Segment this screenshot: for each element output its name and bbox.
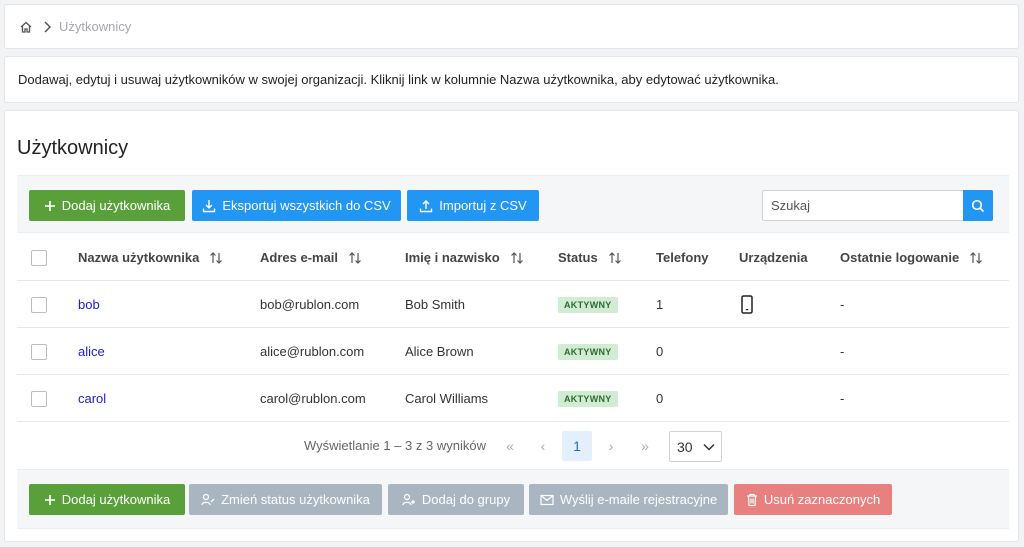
page-description: Dodawaj, edytuj i usuwaj użytkowników w … [4, 56, 1019, 103]
col-phones-label: Telefony [656, 250, 709, 265]
col-devices: Urządzenia [739, 234, 808, 281]
page-title: Użytkownicy [17, 137, 129, 159]
phones-cell: 1 [656, 297, 664, 312]
sort-icon[interactable] [969, 251, 983, 265]
send-emails-label: Wyślij e-maile rejestracyjne [559, 492, 718, 507]
col-last-login[interactable]: Ostatnie logowanie [840, 234, 983, 281]
last-login-cell: - [840, 297, 845, 312]
sort-icon[interactable] [608, 251, 622, 265]
sort-icon[interactable] [209, 251, 223, 265]
name-cell: Carol Williams [405, 391, 489, 406]
col-name[interactable]: Imię i nazwisko [405, 234, 524, 281]
phones-cell: 0 [656, 344, 664, 359]
download-icon [203, 199, 216, 212]
export-csv-button[interactable]: Eksportuj wszystkich do CSV [192, 190, 401, 221]
change-status-label: Zmień status użytkownika [221, 492, 370, 507]
import-csv-label: Importuj z CSV [439, 198, 527, 213]
delete-selected-label: Usuń zaznaczonych [763, 492, 881, 507]
last-login-cell: - [840, 344, 845, 359]
row-checkbox[interactable] [31, 343, 47, 360]
users-panel: Użytkownicy Dodaj użytkownika Eksportuj … [4, 110, 1019, 542]
user-edit-icon [201, 493, 215, 505]
change-status-button[interactable]: Zmień status użytkownika [189, 484, 382, 515]
last-login-cell: - [840, 391, 845, 406]
col-devices-label: Urządzenia [739, 250, 808, 265]
status-badge: AKTYWNY [558, 390, 618, 407]
per-page-select[interactable]: 30 [669, 431, 722, 462]
send-registration-emails-button[interactable]: Wyślij e-maile rejestracyjne [529, 484, 728, 515]
pagination-info: Wyświetlanie 1 – 3 z 3 wyników [304, 438, 486, 453]
user-plus-icon [402, 493, 415, 505]
chevron-down-icon [703, 443, 715, 451]
col-username-label: Nazwa użytkownika [78, 250, 200, 265]
search-button[interactable] [963, 190, 993, 221]
add-to-group-label: Dodaj do grupy [421, 492, 511, 507]
row-checkbox[interactable] [31, 390, 47, 407]
col-status[interactable]: Status [558, 234, 622, 281]
table-row: alice alice@rublon.com Alice Brown AKTYW… [17, 328, 1009, 375]
home-icon[interactable] [19, 20, 33, 34]
status-badge: AKTYWNY [558, 296, 618, 313]
trash-icon [746, 493, 757, 506]
name-cell: Alice Brown [405, 344, 474, 359]
pagination: Wyświetlanie 1 – 3 z 3 wyników « ‹ 1 › »… [17, 423, 1009, 469]
breadcrumb-current: Użytkownicy [59, 19, 132, 34]
col-phones: Telefony [656, 234, 709, 281]
row-checkbox[interactable] [31, 296, 47, 313]
prev-page-button[interactable]: ‹ [528, 431, 558, 461]
table-row: carol carol@rublon.com Carol Williams AK… [17, 375, 1009, 422]
next-page-button[interactable]: › [596, 431, 626, 461]
username-link[interactable]: alice [78, 328, 105, 375]
col-username[interactable]: Nazwa użytkownika [78, 234, 223, 281]
page-1-button[interactable]: 1 [562, 431, 592, 461]
toolbar: Dodaj użytkownika Eksportuj wszystkich d… [17, 175, 1009, 233]
breadcrumb: Użytkownicy [4, 4, 1019, 49]
sort-icon[interactable] [348, 251, 362, 265]
col-status-label: Status [558, 250, 598, 265]
add-to-group-button[interactable]: Dodaj do grupy [388, 484, 524, 515]
add-user-button-bottom[interactable]: Dodaj użytkownika [29, 484, 185, 515]
email-cell: alice@rublon.com [260, 344, 365, 359]
table-header: Nazwa użytkownika Adres e-mail Imię i na… [17, 234, 1009, 281]
col-email[interactable]: Adres e-mail [260, 234, 362, 281]
username-link[interactable]: bob [78, 281, 100, 328]
first-page-button[interactable]: « [495, 431, 525, 461]
table-row: bob bob@rublon.com Bob Smith AKTYWNY 1 - [17, 281, 1009, 328]
username-link[interactable]: carol [78, 375, 106, 422]
upload-icon [420, 199, 433, 212]
bulk-actions-bar: Dodaj użytkownika Zmień status użytkowni… [17, 469, 1009, 529]
email-cell: bob@rublon.com [260, 297, 360, 312]
chevron-right-icon [43, 20, 51, 33]
col-email-label: Adres e-mail [260, 250, 339, 265]
envelope-icon [540, 494, 554, 505]
name-cell: Bob Smith [405, 297, 465, 312]
add-user-label: Dodaj użytkownika [61, 492, 171, 507]
delete-selected-button[interactable]: Usuń zaznaczonych [734, 484, 892, 515]
import-csv-button[interactable]: Importuj z CSV [407, 190, 539, 221]
status-badge: AKTYWNY [558, 343, 618, 360]
search-input[interactable] [762, 190, 963, 221]
sort-icon[interactable] [510, 251, 524, 265]
email-cell: carol@rublon.com [260, 391, 366, 406]
last-page-button[interactable]: » [630, 431, 660, 461]
col-name-label: Imię i nazwisko [405, 250, 500, 265]
col-last-login-label: Ostatnie logowanie [840, 250, 960, 265]
search-box [762, 190, 993, 221]
add-user-label: Dodaj użytkownika [61, 198, 171, 213]
add-user-button[interactable]: Dodaj użytkownika [29, 190, 185, 221]
plus-icon [44, 494, 55, 505]
plus-icon [44, 200, 55, 211]
select-all-checkbox[interactable] [31, 249, 47, 266]
search-icon [971, 199, 985, 212]
phone-icon [741, 281, 753, 328]
phones-cell: 0 [656, 391, 664, 406]
per-page-value: 30 [677, 438, 693, 455]
export-csv-label: Eksportuj wszystkich do CSV [222, 198, 391, 213]
